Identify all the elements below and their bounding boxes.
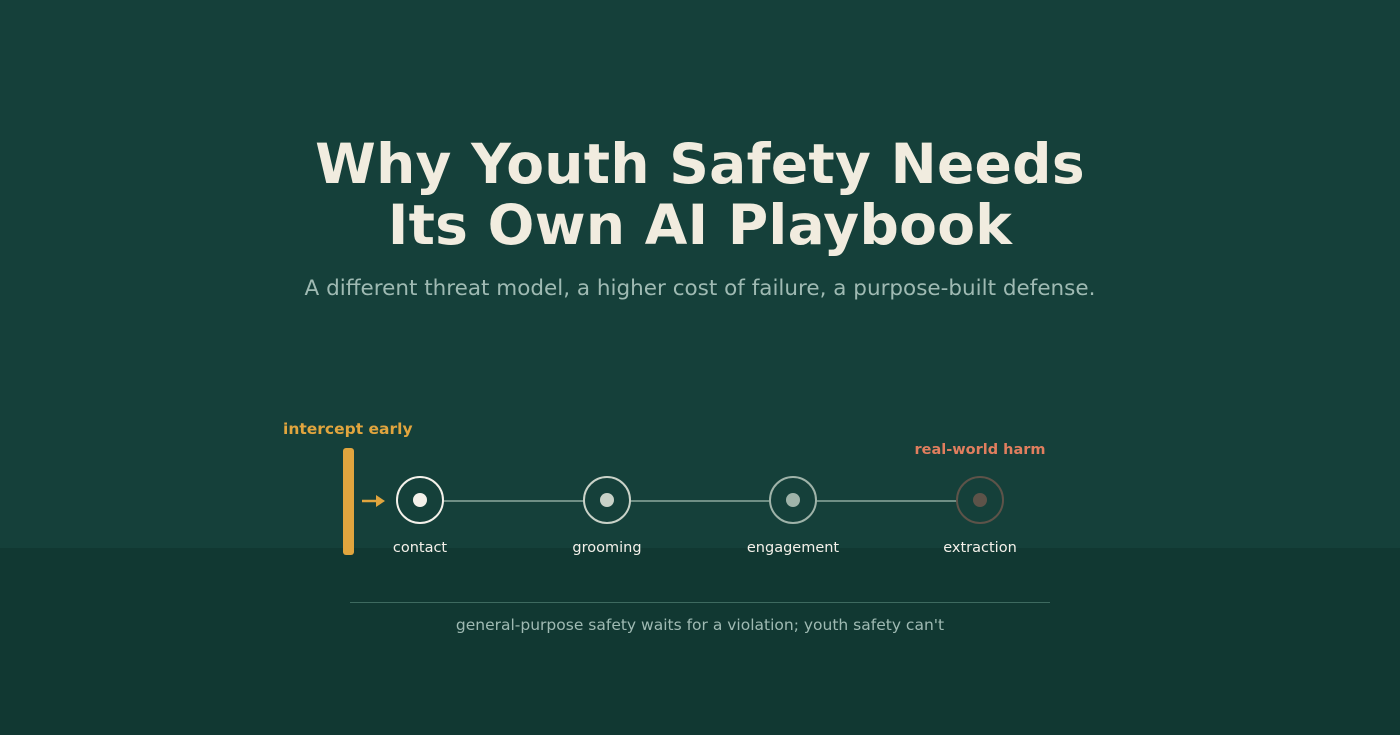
stage-engagement-dot <box>786 493 800 507</box>
stage-extraction-dot <box>973 493 987 507</box>
bottom-band <box>0 548 1400 735</box>
stage-grooming-dot <box>600 493 614 507</box>
caption: general-purpose safety waits for a viola… <box>455 616 945 634</box>
subtitle: A different threat model, a higher cost … <box>304 276 1096 301</box>
harm-label: real-world harm <box>914 442 1046 458</box>
intercept-label: intercept early <box>283 420 413 438</box>
stage-contact-label: contact <box>392 540 448 556</box>
divider <box>350 602 1050 603</box>
page: Why Youth Safety Needs Its Own AI Playbo… <box>0 0 1400 735</box>
stage-engagement-node <box>769 476 817 524</box>
stage-contact-dot <box>413 493 427 507</box>
stage-extraction-label: extraction <box>943 540 1017 556</box>
stage-grooming-node <box>583 476 631 524</box>
title-line-2: Its Own AI Playbook <box>387 193 1013 257</box>
title-line-1: Why Youth Safety Needs <box>315 132 1085 196</box>
stage-engagement-label: engagement <box>746 540 840 556</box>
stage-contact-node <box>396 476 444 524</box>
stage-extraction-node <box>956 476 1004 524</box>
stage-grooming-label: grooming <box>572 540 642 556</box>
arrow-right-icon <box>361 492 387 510</box>
page-title: Why Youth Safety Needs Its Own AI Playbo… <box>0 134 1400 256</box>
timeline-connector <box>420 500 980 502</box>
